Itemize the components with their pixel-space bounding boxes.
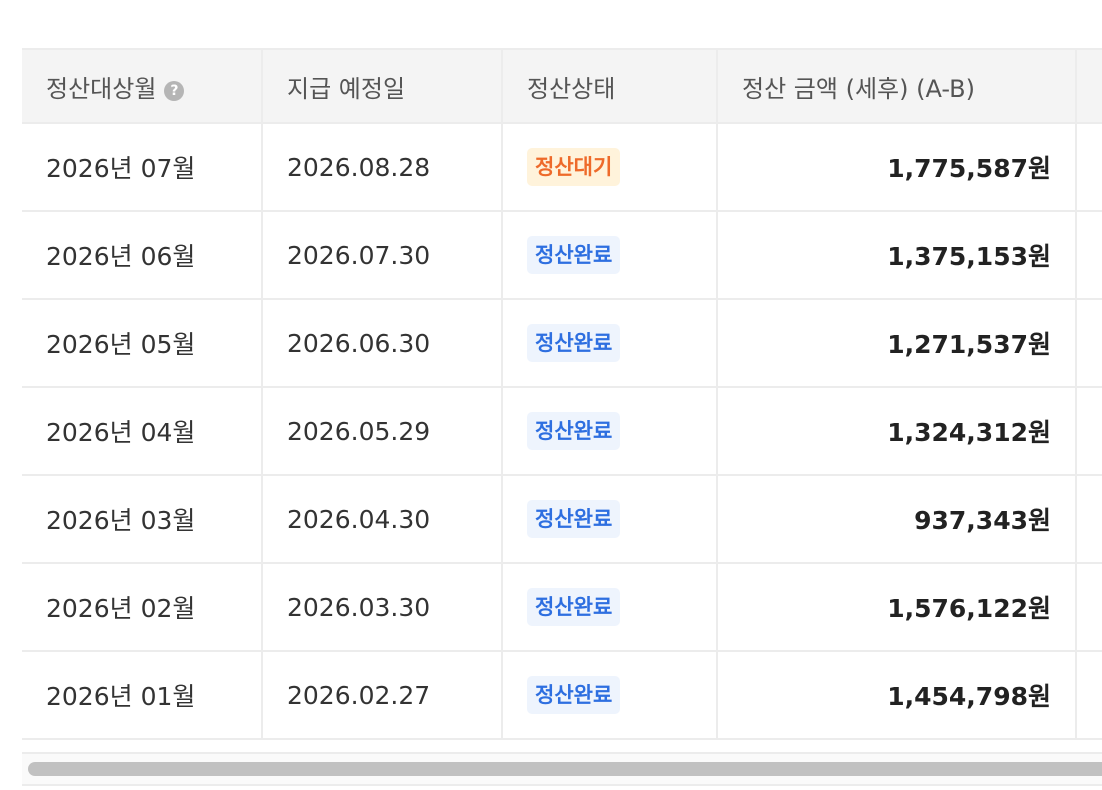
help-icon[interactable]: ? [164,80,185,101]
cell-settlement-amount: 937,343원 [717,475,1077,564]
cell-settlement-status: 정산완료 [502,563,718,652]
header-settlement-amount-label: 정산 금액 (세후) (A-B) [742,74,975,103]
table-row: 2026년 03월 2026.04.30 정산완료 937,343원 [22,475,1102,564]
header-settlement-status: 정산상태 [502,48,718,124]
cell-settlement-month: 2026년 05월 [22,299,263,388]
status-badge: 정산대기 [527,148,621,186]
cell-settlement-month: 2026년 07월 [22,123,263,212]
cell-next-column [1076,651,1102,740]
header-payment-date-label: 지급 예정일 [287,74,406,103]
cell-settlement-amount: 1,775,587원 [717,123,1077,212]
cell-payment-date: 2026.02.27 [262,651,503,740]
scrollbar-thumb[interactable] [28,762,1102,776]
cell-next-column [1076,563,1102,652]
table-header-row: 정산대상월? 지급 예정일 정산상태 정산 금액 (세후) (A-B) 정 [22,48,1102,124]
cell-settlement-status: 정산완료 [502,651,718,740]
settlement-table: 정산대상월? 지급 예정일 정산상태 정산 금액 (세후) (A-B) 정 20… [22,48,1102,740]
header-settlement-month-label: 정산대상월 [46,74,157,103]
cell-next-column [1076,475,1102,564]
cell-next-column [1076,299,1102,388]
cell-settlement-month: 2026년 04월 [22,387,263,476]
status-badge: 정산완료 [527,324,621,362]
cell-settlement-month: 2026년 06월 [22,211,263,300]
status-badge: 정산완료 [527,676,621,714]
cell-settlement-month: 2026년 02월 [22,563,263,652]
cell-next-column [1076,387,1102,476]
cell-settlement-status: 정산완료 [502,387,718,476]
cell-payment-date: 2026.08.28 [262,123,503,212]
table-row: 2026년 01월 2026.02.27 정산완료 1,454,798원 [22,651,1102,740]
settlement-table-container: 정산대상월? 지급 예정일 정산상태 정산 금액 (세후) (A-B) 정 20… [22,48,1102,782]
cell-settlement-status: 정산대기 [502,123,718,212]
cell-next-column [1076,123,1102,212]
status-badge: 정산완료 [527,412,621,450]
cell-settlement-amount: 1,454,798원 [717,651,1077,740]
cell-settlement-status: 정산완료 [502,299,718,388]
table-row: 2026년 04월 2026.05.29 정산완료 1,324,312원 [22,387,1102,476]
status-badge: 정산완료 [527,236,621,274]
cell-payment-date: 2026.06.30 [262,299,503,388]
table-body: 2026년 07월 2026.08.28 정산대기 1,775,587원 2026년 0… [22,123,1102,740]
cell-payment-date: 2026.07.30 [262,211,503,300]
cell-payment-date: 2026.03.30 [262,563,503,652]
cell-next-column [1076,211,1102,300]
cell-settlement-status: 정산완료 [502,211,718,300]
cell-settlement-amount: 1,576,122원 [717,563,1077,652]
status-badge: 정산완료 [527,500,621,538]
cell-settlement-month: 2026년 01월 [22,651,263,740]
cell-payment-date: 2026.05.29 [262,387,503,476]
table-row: 2026년 06월 2026.07.30 정산완료 1,375,153원 [22,211,1102,300]
cell-payment-date: 2026.04.30 [262,475,503,564]
header-settlement-status-label: 정산상태 [527,74,616,103]
cell-settlement-status: 정산완료 [502,475,718,564]
table-row: 2026년 05월 2026.06.30 정산완료 1,271,537원 [22,299,1102,388]
cell-settlement-month: 2026년 03월 [22,475,263,564]
header-payment-date: 지급 예정일 [262,48,503,124]
cell-settlement-amount: 1,271,537원 [717,299,1077,388]
header-settlement-amount: 정산 금액 (세후) (A-B) [717,48,1077,124]
table-row: 2026년 02월 2026.03.30 정산완료 1,576,122원 [22,563,1102,652]
status-badge: 정산완료 [527,588,621,626]
cell-settlement-amount: 1,324,312원 [717,387,1077,476]
header-settlement-month: 정산대상월? [22,48,263,124]
cell-settlement-amount: 1,375,153원 [717,211,1077,300]
horizontal-scrollbar[interactable] [22,752,1102,786]
header-next-column: 정 [1076,48,1102,124]
table-row: 2026년 07월 2026.08.28 정산대기 1,775,587원 [22,123,1102,212]
